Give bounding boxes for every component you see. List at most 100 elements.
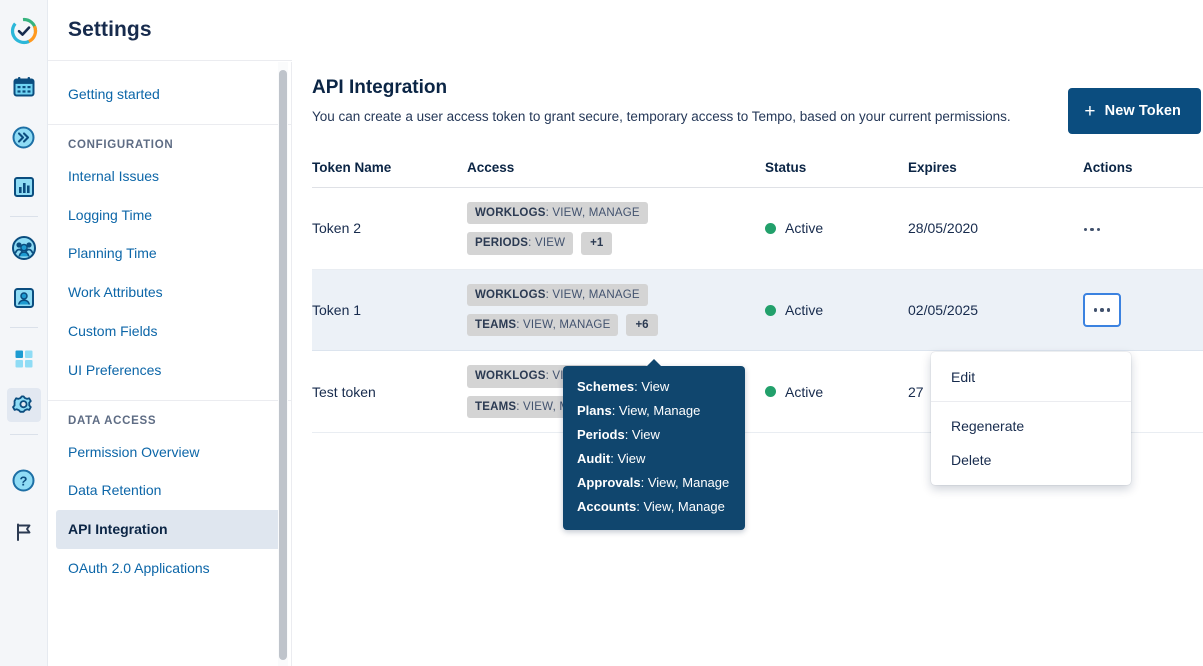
table-header-row: Token Name Access Status Expires Actions	[312, 159, 1203, 188]
team-icon[interactable]	[7, 231, 41, 265]
bar-chart-icon[interactable]	[7, 170, 41, 204]
access-badge-label: WORKLOGS	[475, 206, 546, 219]
cell-token-name: Token 1	[312, 269, 467, 352]
tempo-logo-icon[interactable]	[7, 14, 41, 48]
access-permissions-tooltip: Schemes: View Plans: View, Manage Period…	[563, 359, 745, 530]
tooltip-label: Periods	[577, 427, 625, 442]
access-badge-label: WORKLOGS	[475, 370, 546, 383]
settings-panel: Settings Getting started CONFIGURATION I…	[48, 0, 292, 666]
help-icon[interactable]: ?	[7, 463, 41, 497]
sidebar-item-api-integration[interactable]: API Integration	[56, 510, 284, 549]
apps-grid-icon[interactable]	[7, 342, 41, 376]
person-icon[interactable]	[7, 281, 41, 315]
access-badge-label: WORKLOGS	[475, 288, 546, 301]
tooltip-line: Schemes: View	[577, 379, 670, 394]
access-badge-value: VIEW, MANAGE	[552, 206, 640, 219]
access-badge-label: TEAMS	[475, 319, 517, 332]
access-badge-value: VIEW	[534, 237, 566, 250]
settings-nav: Getting started CONFIGURATION Internal I…	[48, 61, 292, 666]
sidebar-item-getting-started[interactable]: Getting started	[48, 75, 292, 114]
calendar-icon[interactable]	[7, 70, 41, 104]
svg-text:?: ?	[20, 473, 28, 488]
sidebar-item-work-attributes[interactable]: Work Attributes	[48, 273, 292, 312]
sidebar-item-oauth-applications[interactable]: OAuth 2.0 Applications	[48, 549, 292, 588]
column-header-token-name: Token Name	[312, 159, 467, 188]
tooltip-value: View	[641, 379, 670, 394]
tooltip-label: Audit	[577, 451, 611, 466]
rail-divider	[9, 434, 38, 435]
menu-item-delete[interactable]: Delete	[931, 443, 1131, 477]
status-dot-icon	[765, 222, 776, 234]
chevrons-right-icon[interactable]	[7, 120, 41, 154]
sidebar-item-logging-time[interactable]: Logging Time	[48, 196, 292, 235]
page-title: Settings	[68, 18, 152, 41]
row-actions-button[interactable]	[1083, 220, 1101, 238]
tooltip-arrow-icon	[646, 359, 662, 367]
menu-item-edit[interactable]: Edit	[931, 360, 1131, 394]
table-row[interactable]: Token 2 WORKLOGS: VIEW, MANAGE PERIODS: …	[312, 187, 1203, 270]
tooltip-line: Accounts: View, Manage	[577, 499, 725, 514]
access-badge-label: PERIODS	[475, 237, 529, 250]
flag-icon[interactable]	[7, 515, 41, 549]
column-header-status: Status	[765, 159, 908, 188]
nav-group-configuration-title: CONFIGURATION	[68, 138, 174, 151]
status-badge: Active	[765, 384, 908, 400]
cell-actions	[1083, 269, 1203, 352]
tooltip-value: View	[617, 451, 646, 466]
sidebar-item-ui-preferences[interactable]: UI Preferences	[48, 351, 292, 390]
badge-row: WORKLOGS: VIEW, MANAGE	[467, 201, 765, 225]
gear-icon[interactable]	[6, 388, 41, 422]
sidebar-item-planning-time[interactable]: Planning Time	[48, 234, 292, 273]
column-header-actions: Actions	[1083, 159, 1203, 188]
column-header-access: Access	[467, 159, 765, 188]
cell-access: WORKLOGS: VIEW, MANAGE TEAMS: VIEW, MANA…	[467, 269, 765, 352]
access-badge: WORKLOGS: VIEW, MANAGE	[467, 201, 648, 225]
app-window: ? Settings Getting started CONFIGURATION…	[0, 0, 1203, 666]
tooltip-value: View, Manage	[647, 475, 730, 490]
status-dot-icon	[765, 304, 776, 316]
access-badge-more[interactable]: +1	[581, 232, 613, 255]
nav-divider	[48, 123, 292, 125]
sidebar-item-internal-issues[interactable]: Internal Issues	[48, 157, 292, 196]
access-badge: WORKLOGS: VIEW, MANAGE	[467, 283, 648, 307]
tooltip-value: View, Manage	[618, 403, 701, 418]
tooltip-value: View, Manage	[643, 499, 725, 514]
row-actions-button-focused[interactable]	[1083, 293, 1121, 328]
cell-token-name: Test token	[312, 350, 467, 434]
sidebar-item-data-retention[interactable]: Data Retention	[48, 471, 292, 510]
main-content: API Integration You can create a user ac…	[292, 0, 1203, 666]
rail-divider	[9, 327, 38, 328]
sidebar-scrollbar-thumb[interactable]	[279, 70, 287, 660]
column-header-expires: Expires	[908, 159, 1083, 188]
rail-divider	[9, 216, 38, 217]
status-dot-icon	[765, 386, 776, 398]
status-label: Active	[785, 383, 824, 400]
access-badge-value: VIEW, MANAGE	[523, 319, 611, 332]
cell-status: Active	[765, 269, 908, 352]
menu-item-regenerate[interactable]: Regenerate	[931, 409, 1131, 443]
new-token-button[interactable]: + New Token	[1068, 88, 1201, 134]
table-row[interactable]: Token 1 WORKLOGS: VIEW, MANAGE TEAMS: VI…	[312, 269, 1203, 352]
nav-group-data-access-title: DATA ACCESS	[68, 414, 157, 427]
access-badge-more[interactable]: +6	[626, 314, 658, 337]
sidebar-item-permission-overview[interactable]: Permission Overview	[48, 433, 292, 472]
cell-token-name: Token 2	[312, 187, 467, 270]
ellipsis-icon	[1083, 227, 1101, 232]
menu-divider	[931, 401, 1131, 402]
sidebar-item-custom-fields[interactable]: Custom Fields	[48, 312, 292, 351]
cell-expires: 02/05/2025	[908, 269, 1083, 352]
status-badge: Active	[765, 220, 908, 236]
access-badge: PERIODS: VIEW	[467, 232, 574, 255]
nav-divider	[48, 399, 292, 401]
tooltip-line: Approvals: View, Manage	[577, 475, 730, 490]
ellipsis-icon	[1093, 308, 1111, 312]
plus-icon: +	[1084, 100, 1096, 122]
cell-status: Active	[765, 187, 908, 270]
cell-expires: 28/05/2020	[908, 187, 1083, 270]
status-badge: Active	[765, 302, 908, 318]
new-token-button-label: New Token	[1104, 103, 1181, 119]
access-badge: TEAMS: VIEW, MANAGE	[467, 314, 619, 337]
tooltip-label: Schemes	[577, 379, 635, 394]
cell-access: WORKLOGS: VIEW, MANAGE PERIODS: VIEW +1	[467, 187, 765, 270]
tooltip-value: View	[631, 427, 660, 442]
